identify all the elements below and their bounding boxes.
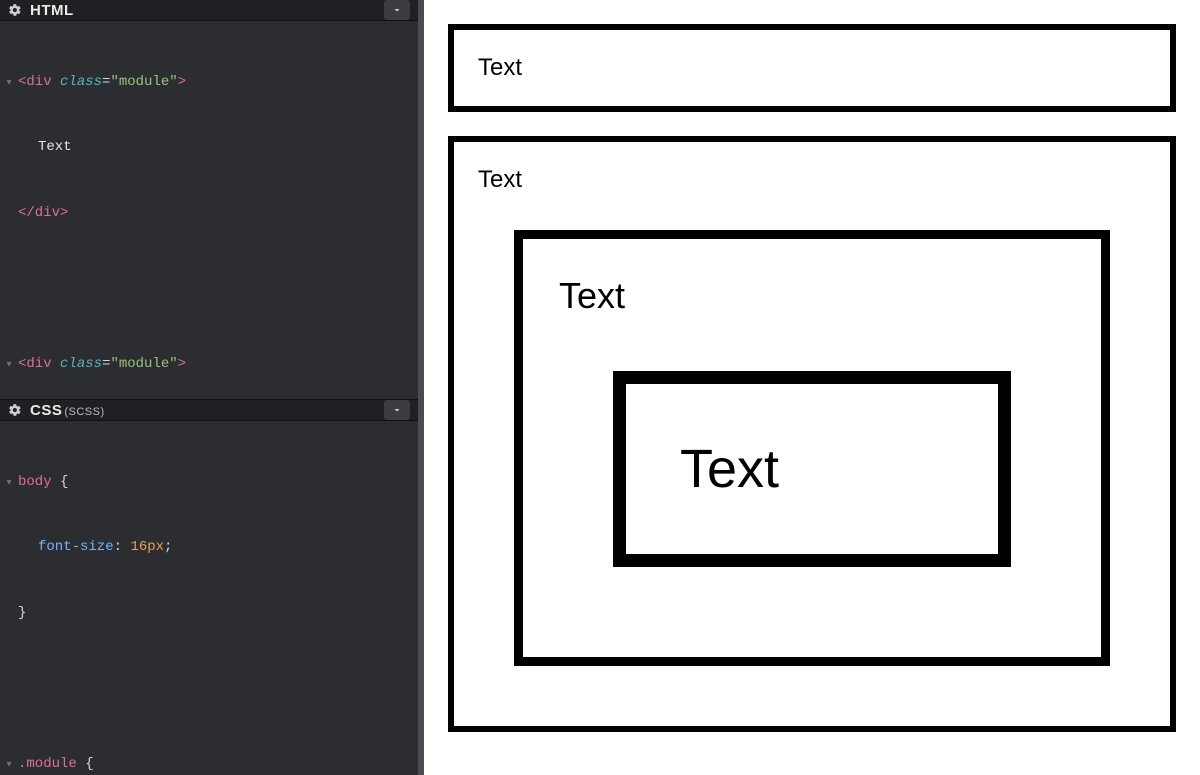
css-panel-collapse-button[interactable]	[384, 400, 410, 420]
preview-pane: Text Text Text Text	[418, 0, 1200, 775]
app-root: HTML <div class="module"> Text </div> <d…	[0, 0, 1200, 775]
module-text: Text	[680, 439, 779, 499]
module-text: Text	[559, 275, 625, 316]
css-panel-title: CSS(SCSS)	[30, 402, 105, 419]
html-panel-title: HTML	[30, 2, 74, 19]
preview-module-2: Text Text Text	[448, 136, 1176, 732]
html-panel-collapse-button[interactable]	[384, 0, 410, 20]
preview-body: Text Text Text Text	[424, 24, 1200, 732]
css-editor[interactable]: body { font-size: 16px; } .module { font…	[0, 421, 418, 775]
gear-icon[interactable]	[8, 3, 22, 17]
gear-icon[interactable]	[8, 403, 22, 417]
module-text: Text	[478, 54, 522, 81]
module-text: Text	[478, 166, 522, 193]
html-editor[interactable]: <div class="module"> Text </div> <div cl…	[0, 21, 418, 399]
chevron-down-icon	[391, 4, 403, 16]
preview-module-4: Text	[613, 371, 1011, 567]
preview-module-1: Text	[448, 24, 1176, 112]
chevron-down-icon	[391, 404, 403, 416]
editor-column: HTML <div class="module"> Text </div> <d…	[0, 0, 418, 775]
preview-module-3: Text Text	[514, 230, 1110, 666]
css-panel-header: CSS(SCSS)	[0, 399, 418, 421]
html-panel-header: HTML	[0, 0, 418, 21]
